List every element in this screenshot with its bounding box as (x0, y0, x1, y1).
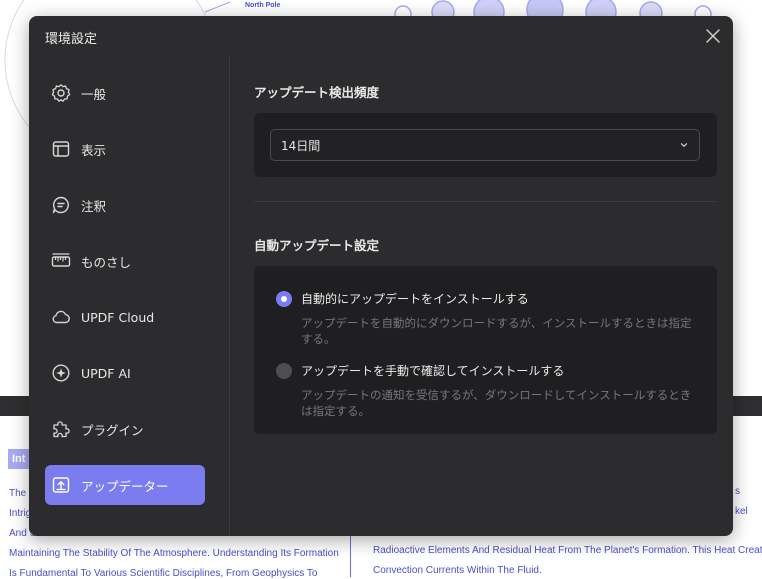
ruler-icon (51, 251, 71, 271)
sidebar-item-label: 表示 (81, 142, 107, 158)
puzzle-icon (51, 419, 71, 439)
layout-icon (51, 139, 71, 159)
comment-icon (51, 195, 71, 215)
background-text-line: Convection Currents Within The Fluid. (373, 565, 542, 576)
frequency-section-title: アップデート検出頻度 (254, 85, 380, 100)
background-text-line: Radioactive Elements And Residual Heat F… (373, 545, 762, 556)
cloud-icon (51, 307, 71, 327)
close-button[interactable] (703, 26, 723, 46)
preferences-dialog: 環境設定 一般 表示 注釈 ものさし UPDF Cloud UPDF AI プラ… (29, 16, 733, 536)
sidebar-item-label: UPDF AI (81, 365, 131, 381)
radio-unselected[interactable] (276, 362, 292, 379)
sidebar-item-label: UPDF Cloud (81, 309, 155, 325)
ai-sparkle-icon (51, 363, 71, 383)
sidebar: 一般 表示 注釈 ものさし UPDF Cloud UPDF AI プラグイン ア… (29, 56, 229, 536)
sidebar-item-ruler[interactable]: ものさし (45, 241, 205, 281)
sidebar-item-updf-ai[interactable]: UPDF AI (45, 353, 205, 393)
manual-install-label: アップデートを手動で確認してインストールする (301, 364, 565, 378)
sidebar-divider (229, 56, 230, 536)
sidebar-item-display[interactable]: 表示 (45, 129, 205, 169)
section-divider (254, 201, 717, 202)
update-icon (51, 475, 71, 495)
sidebar-item-label: プラグイン (81, 422, 144, 438)
background-text-line: kel (735, 506, 748, 517)
background-north-pole-label: North Pole (245, 2, 281, 9)
dialog-title: 環境設定 (45, 32, 98, 47)
auto-install-option[interactable]: 自動的にアップデートをインストールする (276, 290, 529, 307)
sidebar-item-label: アップデーター (81, 478, 169, 494)
background-text-line: s (735, 486, 740, 497)
auto-install-label: 自動的にアップデートをインストールする (301, 292, 529, 306)
background-text-line: Is Fundamental To Various Scientific Dis… (9, 568, 318, 579)
close-icon (706, 29, 720, 43)
auto-update-section-title: 自動アップデート設定 (254, 238, 380, 253)
sidebar-item-label: 一般 (81, 86, 107, 102)
background-text-line: The (9, 488, 27, 499)
manual-install-option[interactable]: アップデートを手動で確認してインストールする (276, 362, 564, 379)
auto-install-description: アップデートを自動的にダウンロードするが、インストールするときは指定する。 (301, 316, 692, 346)
radio-selected[interactable] (276, 290, 292, 307)
background-text-line: Intrig (9, 508, 32, 519)
sidebar-item-annotation[interactable]: 注釈 (45, 185, 205, 225)
sidebar-item-general[interactable]: 一般 (45, 73, 205, 113)
frequency-card: 14日間 (254, 113, 717, 177)
sidebar-item-updater[interactable]: アップデーター (45, 465, 205, 505)
gear-icon (51, 83, 71, 103)
background-text-line: Maintaining The Stability Of The Atmosph… (9, 548, 339, 559)
frequency-select[interactable]: 14日間 (270, 129, 700, 161)
frequency-select-value: 14日間 (281, 138, 321, 153)
sidebar-item-updf-cloud[interactable]: UPDF Cloud (45, 297, 205, 337)
sidebar-item-label: ものさし (81, 254, 132, 270)
sidebar-item-plugins[interactable]: プラグイン (45, 409, 205, 449)
auto-update-card: 自動的にアップデートをインストールする アップデートを自動的にダウンロードするが… (254, 266, 717, 434)
chevron-down-icon (680, 143, 688, 147)
sidebar-item-label: 注釈 (81, 198, 107, 214)
manual-install-description: アップデートの通知を受信するが、ダウンロードしてインストールするときは指定する。 (301, 388, 692, 418)
